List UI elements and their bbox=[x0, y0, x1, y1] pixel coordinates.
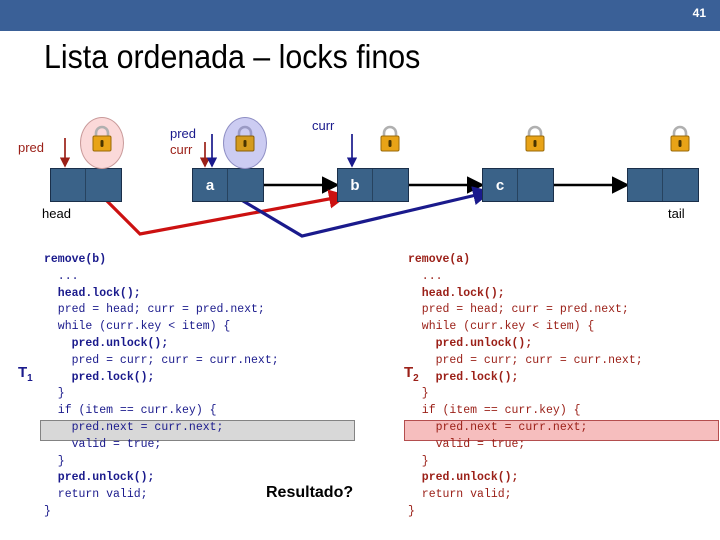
code-line: valid = true; bbox=[408, 437, 526, 451]
list-node-head[interactable] bbox=[50, 168, 122, 202]
code-line: pred.next = curr.next; bbox=[44, 420, 224, 434]
node-next-cell bbox=[86, 169, 121, 201]
node-key-cell: c bbox=[483, 169, 518, 201]
code-line: pred = curr; curr = curr.next; bbox=[408, 353, 643, 367]
resultado-question: Resultado? bbox=[266, 484, 354, 501]
code-line: pred = head; curr = pred.next; bbox=[44, 303, 265, 317]
code-line: ... bbox=[408, 269, 443, 283]
code-line: while (curr.key < item) { bbox=[44, 320, 231, 334]
pointer-label-pred-t1-a: pred bbox=[170, 126, 197, 141]
slide-number: 41 bbox=[692, 6, 706, 20]
code-line: remove(b) bbox=[44, 253, 107, 266]
code-block-thread-2: remove(a) ... head.lock(); pred = head; … bbox=[408, 252, 643, 521]
list-node-c[interactable]: c bbox=[482, 168, 554, 202]
code-line: pred.unlock(); bbox=[44, 471, 155, 485]
code-line: pred = curr; curr = curr.next; bbox=[44, 353, 279, 367]
pointer-label-curr-t1-b: curr bbox=[312, 118, 335, 133]
code-line: while (curr.key < item) { bbox=[408, 320, 595, 334]
code-line: pred.next = curr.next; bbox=[408, 420, 588, 434]
code-line: valid = true; bbox=[44, 437, 162, 451]
pointer-label-pred-t2-head: pred bbox=[18, 140, 45, 155]
code-line: } bbox=[408, 454, 429, 468]
node-next-cell bbox=[518, 169, 553, 201]
thread-subscript: 2 bbox=[413, 373, 419, 384]
code-line: return valid; bbox=[408, 488, 512, 502]
pointer-label-curr-t2-a: curr bbox=[170, 142, 193, 157]
node-next-cell bbox=[663, 169, 698, 201]
node-next-cell bbox=[228, 169, 263, 201]
thread-label-t1: T1 bbox=[18, 364, 33, 384]
lock-icon-a bbox=[223, 117, 267, 169]
code-line: } bbox=[408, 387, 429, 401]
code-line: } bbox=[408, 504, 415, 518]
lock-icon-head bbox=[80, 117, 124, 169]
code-line: pred.unlock(); bbox=[44, 336, 169, 350]
code-line: head.lock(); bbox=[408, 286, 505, 300]
code-line: remove(a) bbox=[408, 253, 471, 266]
code-line: } bbox=[44, 454, 65, 468]
code-line: head.lock(); bbox=[44, 286, 141, 300]
list-node-a[interactable]: a bbox=[192, 168, 264, 202]
code-line: pred.unlock(); bbox=[408, 336, 533, 350]
slide-header-bar bbox=[0, 0, 720, 31]
code-line: pred.unlock(); bbox=[408, 471, 519, 485]
thread-label-t2: T2 bbox=[404, 364, 419, 384]
node-key-cell: a bbox=[193, 169, 228, 201]
code-line: if (item == curr.key) { bbox=[44, 404, 217, 418]
code-line: } bbox=[44, 387, 65, 401]
code-line: ... bbox=[44, 269, 79, 283]
thread-subscript: 1 bbox=[27, 373, 33, 384]
code-line: pred.lock(); bbox=[44, 370, 155, 384]
head-label: head bbox=[42, 206, 71, 221]
node-next-cell bbox=[373, 169, 408, 201]
code-line: return valid; bbox=[44, 488, 148, 502]
code-line: pred = head; curr = pred.next; bbox=[408, 303, 629, 317]
list-node-b[interactable]: b bbox=[337, 168, 409, 202]
code-line: if (item == curr.key) { bbox=[408, 404, 581, 418]
linked-list-diagram: a b c head tail pred pred curr curr bbox=[0, 100, 720, 245]
code-block-thread-1: remove(b) ... head.lock(); pred = head; … bbox=[44, 252, 279, 521]
lock-icon-tail bbox=[667, 124, 693, 154]
list-node-tail[interactable] bbox=[627, 168, 699, 202]
lock-icon-c bbox=[522, 124, 548, 154]
code-line: pred.lock(); bbox=[408, 370, 519, 384]
code-line: } bbox=[44, 504, 51, 518]
node-key-cell bbox=[628, 169, 663, 201]
node-key-cell: b bbox=[338, 169, 373, 201]
lock-icon-b bbox=[377, 124, 403, 154]
tail-label: tail bbox=[668, 206, 685, 221]
node-key-cell bbox=[51, 169, 86, 201]
page-title: Lista ordenada – locks finos bbox=[44, 38, 421, 75]
